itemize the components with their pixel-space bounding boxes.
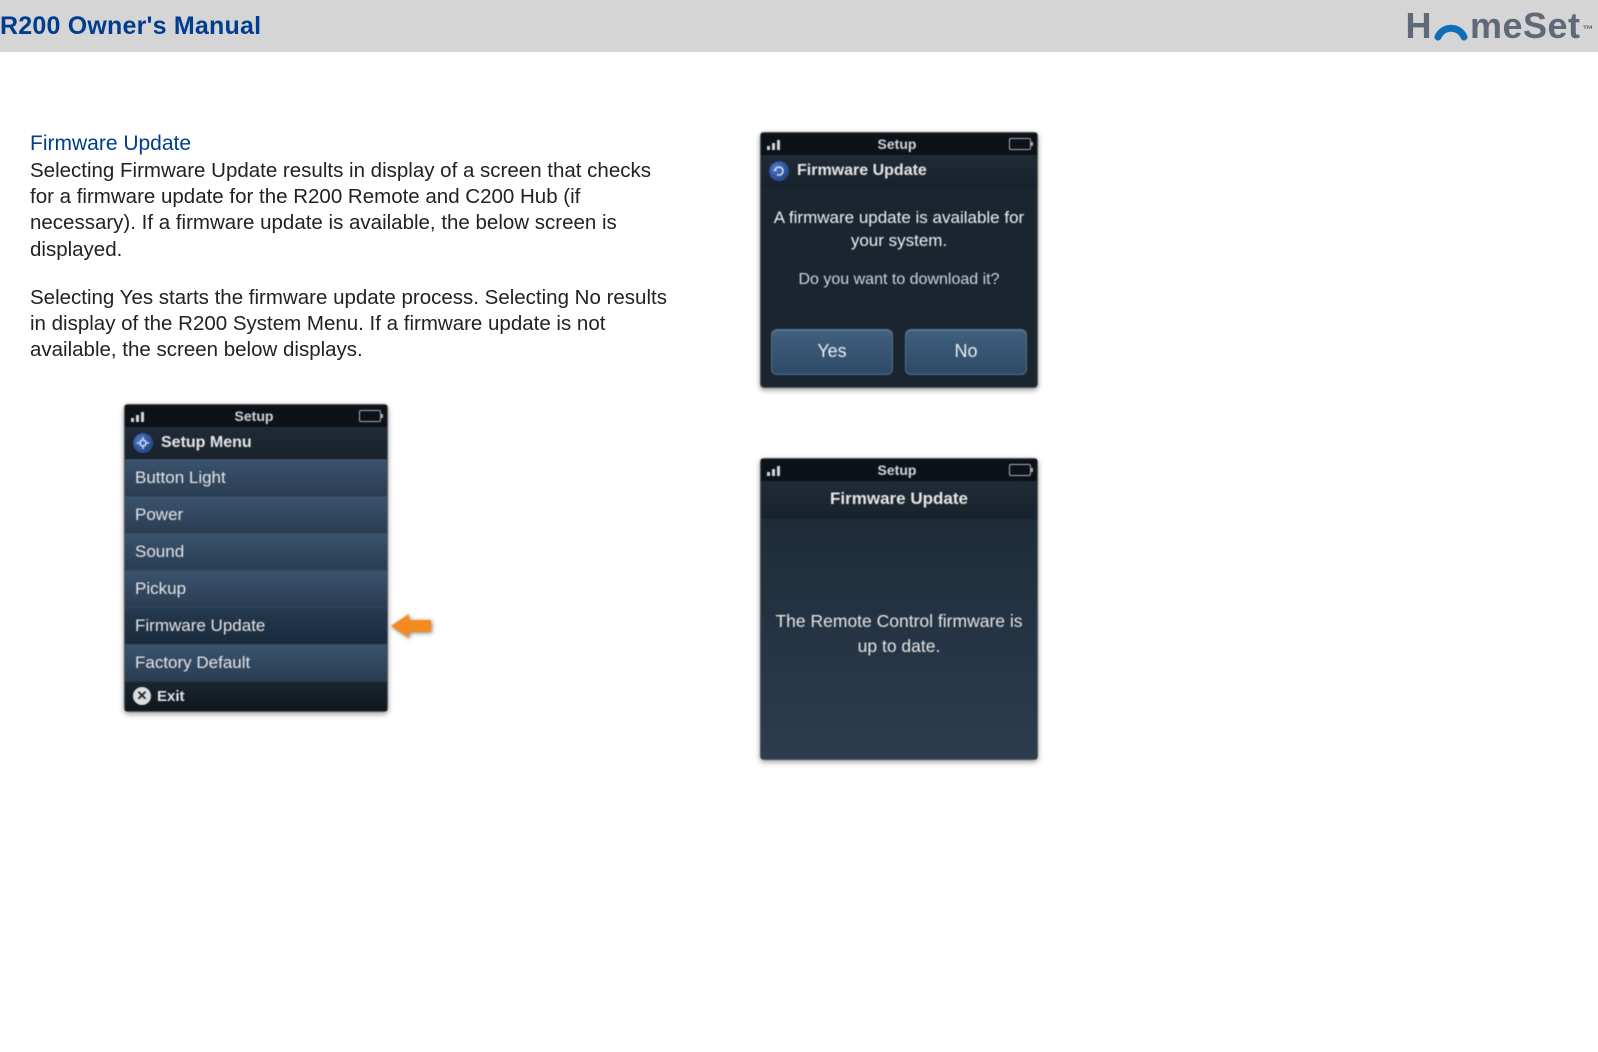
screenshot-setup-menu: Setup Setup Menu Button Light Power Soun… [30, 386, 388, 712]
screen-header-label: Firmware Update [797, 162, 927, 180]
dialog-line-2: Do you want to download it? [769, 271, 1029, 289]
section-heading: Firmware Update [30, 132, 680, 156]
close-icon[interactable]: ✕ [133, 687, 151, 705]
status-bar: Setup [761, 133, 1037, 155]
menu-item-firmware-update[interactable]: Firmware Update [125, 607, 387, 644]
softkey-bar: ✕ Exit [125, 681, 387, 711]
paragraph-2: Selecting Yes starts the firmware update… [30, 285, 680, 364]
phone-screen-setup-menu: Setup Setup Menu Button Light Power Soun… [124, 404, 388, 712]
menu-item-power[interactable]: Power [125, 496, 387, 533]
menu-item-factory-default[interactable]: Factory Default [125, 644, 387, 681]
no-button[interactable]: No [905, 329, 1027, 375]
page-content: Firmware Update Selecting Firmware Updat… [0, 52, 1598, 760]
page-title: R200 Owner's Manual [0, 12, 261, 41]
menu-item-sound[interactable]: Sound [125, 533, 387, 570]
signal-icon [767, 138, 785, 150]
left-column: Firmware Update Selecting Firmware Updat… [30, 132, 680, 760]
status-title: Setup [155, 408, 353, 424]
menu-item-label: Firmware Update [135, 616, 265, 635]
softkey-exit[interactable]: Exit [157, 688, 185, 705]
phone-screen-up-to-date: Setup Firmware Update The Remote Control… [760, 458, 1038, 760]
brand-logo: H meSet ™ [1405, 5, 1592, 47]
brand-text-right: meSet [1470, 5, 1581, 47]
dialog-line-1: A firmware update is available for your … [769, 207, 1029, 253]
phone-screen-update-available: Setup Firmware Update A firmware update … [760, 132, 1038, 388]
status-title: Setup [791, 462, 1003, 478]
brand-text-left: H [1405, 5, 1432, 47]
status-bar: Setup [125, 405, 387, 427]
signal-icon [767, 464, 785, 476]
menu-item-button-light[interactable]: Button Light [125, 459, 387, 496]
signal-icon [131, 410, 149, 422]
status-title: Setup [791, 136, 1003, 152]
status-bar: Setup [761, 459, 1037, 481]
screen-header-label: Setup Menu [161, 434, 252, 452]
battery-icon [1009, 138, 1031, 150]
screen-header-label: Firmware Update [761, 481, 1037, 519]
gear-icon [133, 433, 153, 453]
pointer-arrow-icon [391, 612, 431, 640]
screen-header: Setup Menu [125, 427, 387, 459]
up-to-date-message: The Remote Control firmware is up to dat… [761, 519, 1037, 759]
brand-arc-icon [1434, 9, 1468, 43]
paragraph-1: Selecting Firmware Update results in dis… [30, 158, 680, 263]
battery-icon [359, 410, 381, 422]
menu-item-pickup[interactable]: Pickup [125, 570, 387, 607]
dialog-button-row: Yes No [761, 329, 1037, 387]
trademark-symbol: ™ [1583, 24, 1595, 36]
screen-header: Firmware Update [761, 155, 1037, 187]
dialog-body: A firmware update is available for your … [761, 187, 1037, 329]
yes-button[interactable]: Yes [771, 329, 893, 375]
right-column: Setup Firmware Update A firmware update … [760, 132, 1080, 760]
page-header: R200 Owner's Manual H meSet ™ [0, 0, 1598, 52]
menu-list: Button Light Power Sound Pickup Firmware… [125, 459, 387, 681]
battery-icon [1009, 464, 1031, 476]
refresh-icon [769, 161, 789, 181]
